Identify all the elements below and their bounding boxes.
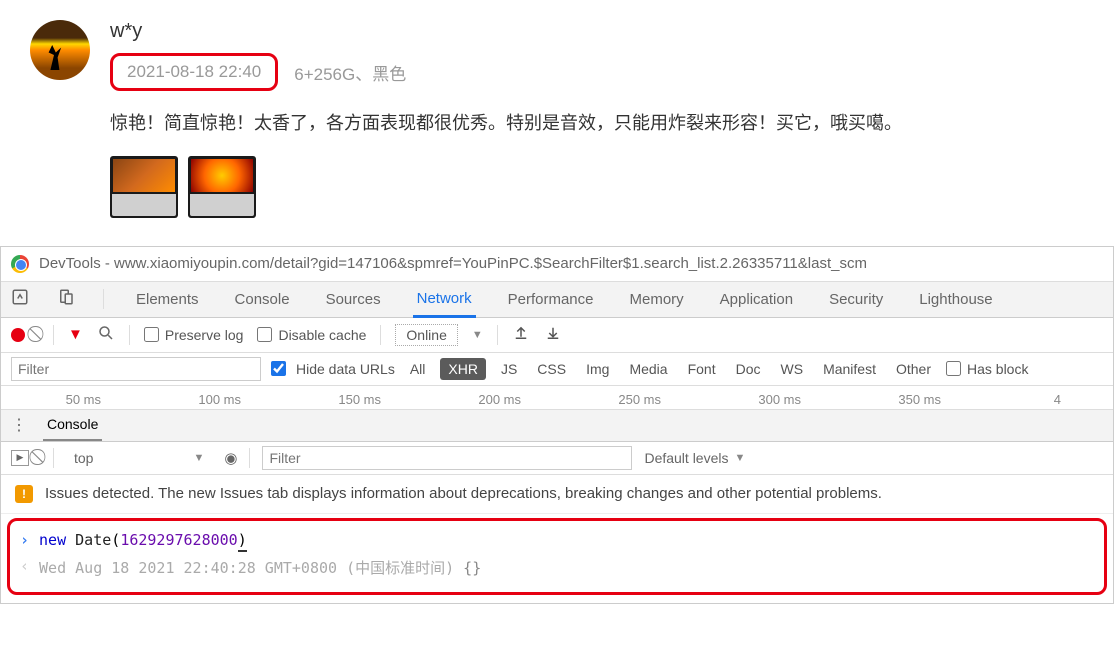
console-toolbar: ▶ ⃠ top ▼ ◉ Default levels ▼	[1, 442, 1113, 475]
log-levels-select[interactable]: Default levels ▼	[644, 450, 745, 466]
live-expression-icon[interactable]: ◉	[224, 449, 237, 467]
timeline-tick: 300 ms	[661, 392, 801, 407]
review-text: 惊艳！简直惊艳！太香了，各方面表现都很优秀。特别是音效，只能用炸裂来形容！买它，…	[110, 109, 1084, 138]
throttling-value: Online	[406, 327, 446, 343]
log-levels-value: Default levels	[644, 450, 728, 466]
timeline-tick: 50 ms	[1, 392, 101, 407]
review-timestamp: 2021-08-18 22:40	[110, 53, 278, 91]
tab-lighthouse[interactable]: Lighthouse	[915, 291, 996, 308]
filter-img[interactable]: Img	[581, 359, 614, 379]
timeline-tick: 4	[941, 392, 1061, 407]
record-button[interactable]	[11, 328, 25, 342]
review-spec: 6+256G、黑色	[294, 60, 406, 85]
throttling-select[interactable]: Online	[395, 324, 457, 346]
has-blocked-checkbox[interactable]: Has block	[946, 361, 1028, 377]
tab-elements[interactable]: Elements	[132, 291, 203, 308]
search-icon[interactable]	[97, 324, 115, 346]
issues-text: Issues detected. The new Issues tab disp…	[45, 485, 882, 502]
filter-xhr[interactable]: XHR	[440, 358, 486, 380]
disable-cache-input[interactable]	[257, 327, 272, 342]
review-meta: 2021-08-18 22:40 6+256G、黑色	[110, 53, 1084, 91]
timeline-tick: 100 ms	[101, 392, 241, 407]
console-input-line[interactable]: › new Date(1629297628000)	[20, 527, 1094, 553]
filter-ws[interactable]: WS	[776, 359, 809, 379]
device-toggle-icon[interactable]	[57, 288, 75, 310]
divider	[53, 448, 54, 468]
tab-network[interactable]: Network	[413, 282, 476, 318]
issues-icon: !	[15, 485, 33, 503]
divider	[380, 325, 381, 345]
console-body[interactable]: › new Date(1629297628000) ‹ Wed Aug 18 2…	[7, 518, 1107, 595]
filter-doc[interactable]: Doc	[731, 359, 766, 379]
network-timeline[interactable]: 50 ms 100 ms 150 ms 200 ms 250 ms 300 ms…	[1, 386, 1113, 410]
console-result: Wed Aug 18 2021 22:40:28 GMT+0800 (中国标准时…	[39, 557, 481, 578]
avatar[interactable]	[30, 20, 90, 80]
issues-banner[interactable]: ! Issues detected. The new Issues tab di…	[1, 475, 1113, 514]
filter-all[interactable]: All	[405, 359, 431, 379]
hide-data-urls-label: Hide data URLs	[296, 361, 395, 377]
tab-memory[interactable]: Memory	[626, 291, 688, 308]
product-review: w*y 2021-08-18 22:40 6+256G、黑色 惊艳！简直惊艳！太…	[0, 0, 1114, 238]
filter-icon[interactable]: ▼	[68, 326, 83, 343]
filter-manifest[interactable]: Manifest	[818, 359, 881, 379]
devtools-window: DevTools - www.xiaomiyoupin.com/detail?g…	[0, 246, 1114, 604]
divider	[53, 325, 54, 345]
divider	[129, 325, 130, 345]
kebab-menu-icon[interactable]: ⋮	[11, 415, 27, 435]
disable-cache-checkbox[interactable]: Disable cache	[257, 327, 366, 343]
hide-data-urls-checkbox[interactable]	[271, 361, 286, 376]
console-input: new Date(1629297628000)	[39, 531, 247, 549]
devtools-title: DevTools - www.xiaomiyoupin.com/detail?g…	[39, 255, 867, 272]
download-icon[interactable]	[544, 324, 562, 345]
chevron-down-icon: ▼	[193, 452, 204, 464]
review-thumbnails	[110, 156, 1084, 218]
divider	[497, 325, 498, 345]
filter-media[interactable]: Media	[624, 359, 672, 379]
review-body: w*y 2021-08-18 22:40 6+256G、黑色 惊艳！简直惊艳！太…	[110, 20, 1084, 218]
console-filter-input[interactable]	[262, 446, 632, 470]
timeline-tick: 200 ms	[381, 392, 521, 407]
timeline-tick: 350 ms	[801, 392, 941, 407]
chevron-down-icon[interactable]: ▼	[472, 329, 483, 341]
divider	[249, 448, 250, 468]
filter-other[interactable]: Other	[891, 359, 936, 379]
review-thumbnail[interactable]	[188, 156, 256, 218]
reviewer-name: w*y	[110, 20, 1084, 43]
drawer-tabs: ⋮ Console	[1, 410, 1113, 442]
preserve-log-input[interactable]	[144, 327, 159, 342]
devtools-title-bar: DevTools - www.xiaomiyoupin.com/detail?g…	[1, 247, 1113, 282]
console-result-line: ‹ Wed Aug 18 2021 22:40:28 GMT+0800 (中国标…	[20, 553, 1094, 582]
tab-security[interactable]: Security	[825, 291, 887, 308]
chevron-down-icon: ▼	[735, 452, 746, 464]
filter-input[interactable]	[11, 357, 261, 381]
has-blocked-input[interactable]	[946, 361, 961, 376]
network-filter-row: Hide data URLs All XHR JS CSS Img Media …	[1, 353, 1113, 386]
timeline-tick: 150 ms	[241, 392, 381, 407]
divider	[103, 289, 104, 309]
timeline-tick: 250 ms	[521, 392, 661, 407]
prompt-icon: ›	[20, 531, 29, 549]
preserve-log-checkbox[interactable]: Preserve log	[144, 327, 244, 343]
disable-cache-label: Disable cache	[278, 327, 366, 343]
context-value: top	[74, 450, 93, 466]
network-toolbar: ⃠ ▼ Preserve log Disable cache Online ▼	[1, 318, 1113, 353]
tab-sources[interactable]: Sources	[322, 291, 385, 308]
devtools-tabs: Elements Console Sources Network Perform…	[1, 282, 1113, 318]
context-select[interactable]: top ▼	[66, 448, 212, 468]
drawer-tab-console[interactable]: Console	[43, 409, 102, 441]
review-thumbnail[interactable]	[110, 156, 178, 218]
chrome-icon	[11, 255, 29, 273]
tab-performance[interactable]: Performance	[504, 291, 598, 308]
show-sidebar-icon[interactable]: ▶	[11, 450, 29, 466]
upload-icon[interactable]	[512, 324, 530, 345]
has-blocked-label: Has block	[967, 361, 1028, 377]
filter-font[interactable]: Font	[683, 359, 721, 379]
preserve-log-label: Preserve log	[165, 327, 244, 343]
filter-js[interactable]: JS	[496, 359, 522, 379]
result-prompt-icon: ‹	[20, 557, 29, 578]
inspect-icon[interactable]	[11, 288, 29, 310]
tab-application[interactable]: Application	[716, 291, 797, 308]
filter-css[interactable]: CSS	[532, 359, 571, 379]
tab-console[interactable]: Console	[231, 291, 294, 308]
